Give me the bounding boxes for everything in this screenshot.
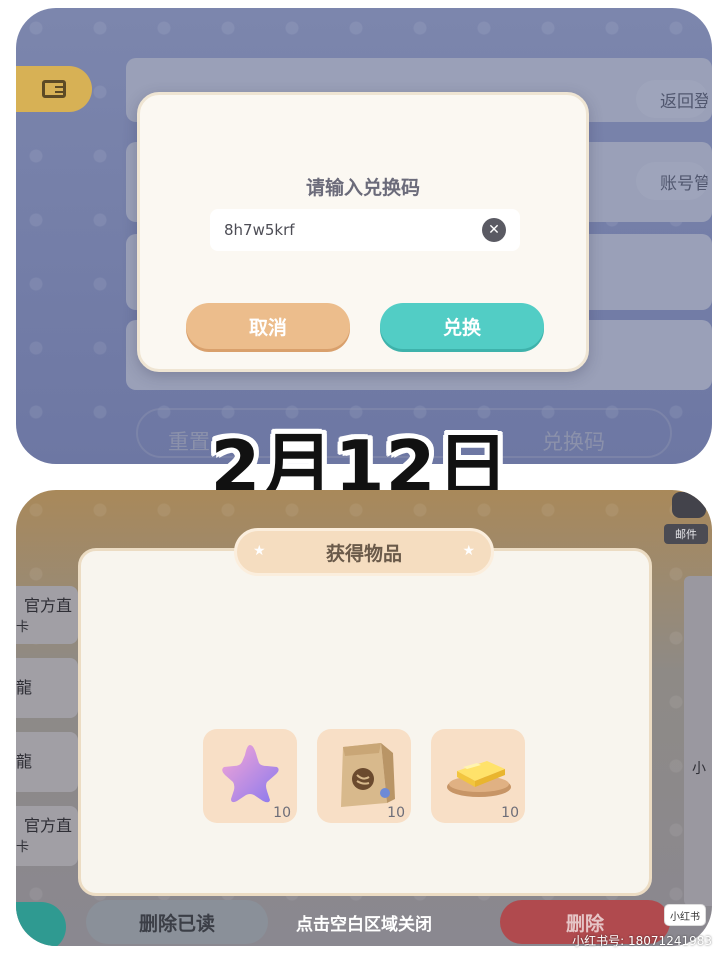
- butter-icon: [447, 761, 511, 797]
- item-quantity: 10: [273, 805, 291, 821]
- dialog-title: 请输入兑换码: [305, 177, 420, 199]
- item-quantity: 10: [387, 805, 405, 821]
- mail-title: 官方直: [24, 816, 73, 835]
- mail-tag: 邮件: [664, 524, 708, 544]
- items-dialog-title-bar: ★ 获得物品 ★: [234, 528, 494, 576]
- mail-subtitle: 卡: [16, 620, 30, 635]
- return-login-button[interactable]: 返回登: [636, 80, 708, 118]
- profile-tab[interactable]: [16, 66, 92, 112]
- obtained-items-dialog: 10 10 10: [78, 548, 652, 896]
- mail-screen: 邮件 官方直 卡 龍 龍 官方直 卡 小 删除已读 删除 点击空白区域关闭 10…: [16, 490, 712, 946]
- item-quantity: 10: [501, 805, 519, 821]
- mail-subtitle: 卡: [16, 840, 30, 855]
- mail-detail-text: 小: [692, 761, 706, 777]
- redeem-button[interactable]: 兑换: [380, 303, 544, 349]
- code-input-box[interactable]: ✕: [210, 209, 520, 251]
- star-icon: ★: [462, 543, 475, 559]
- xiaohongshu-logo: 小红书: [664, 904, 706, 926]
- id-card-icon: [42, 80, 66, 98]
- close-circle-icon[interactable]: ✕: [482, 218, 506, 242]
- mail-title: 龍: [16, 752, 33, 771]
- star-icon: ★: [253, 543, 266, 559]
- coffee-bean-bag-icon: [341, 743, 395, 807]
- item-slot[interactable]: 10: [431, 729, 525, 823]
- watermark-id: 小红书号: 18071241983: [572, 934, 712, 948]
- list-item[interactable]: 官方直 卡: [16, 586, 78, 644]
- cancel-button[interactable]: 取消: [186, 303, 350, 349]
- account-manage-button[interactable]: 账号管: [636, 162, 708, 200]
- mail-header-button[interactable]: [672, 492, 706, 518]
- item-slot[interactable]: 10: [203, 729, 297, 823]
- page: 返回登 账号管 重置 兑换码 请输入兑换码 ✕ 取消 兑换 2月12日 邮件 官…: [0, 0, 720, 960]
- list-item[interactable]: 官方直 卡: [16, 806, 78, 866]
- mail-detail-edge: 小: [684, 576, 712, 906]
- mail-title: 官方直: [24, 596, 73, 615]
- code-input[interactable]: [224, 209, 464, 251]
- item-slot[interactable]: 10: [317, 729, 411, 823]
- list-item[interactable]: 龍: [16, 732, 78, 792]
- mail-title: 龍: [16, 678, 33, 697]
- redeem-code-dialog: 请输入兑换码 ✕ 取消 兑换: [137, 92, 589, 372]
- purple-star-icon: [222, 745, 279, 803]
- items-dialog-title: 获得物品: [325, 542, 402, 565]
- list-item[interactable]: 龍: [16, 658, 78, 718]
